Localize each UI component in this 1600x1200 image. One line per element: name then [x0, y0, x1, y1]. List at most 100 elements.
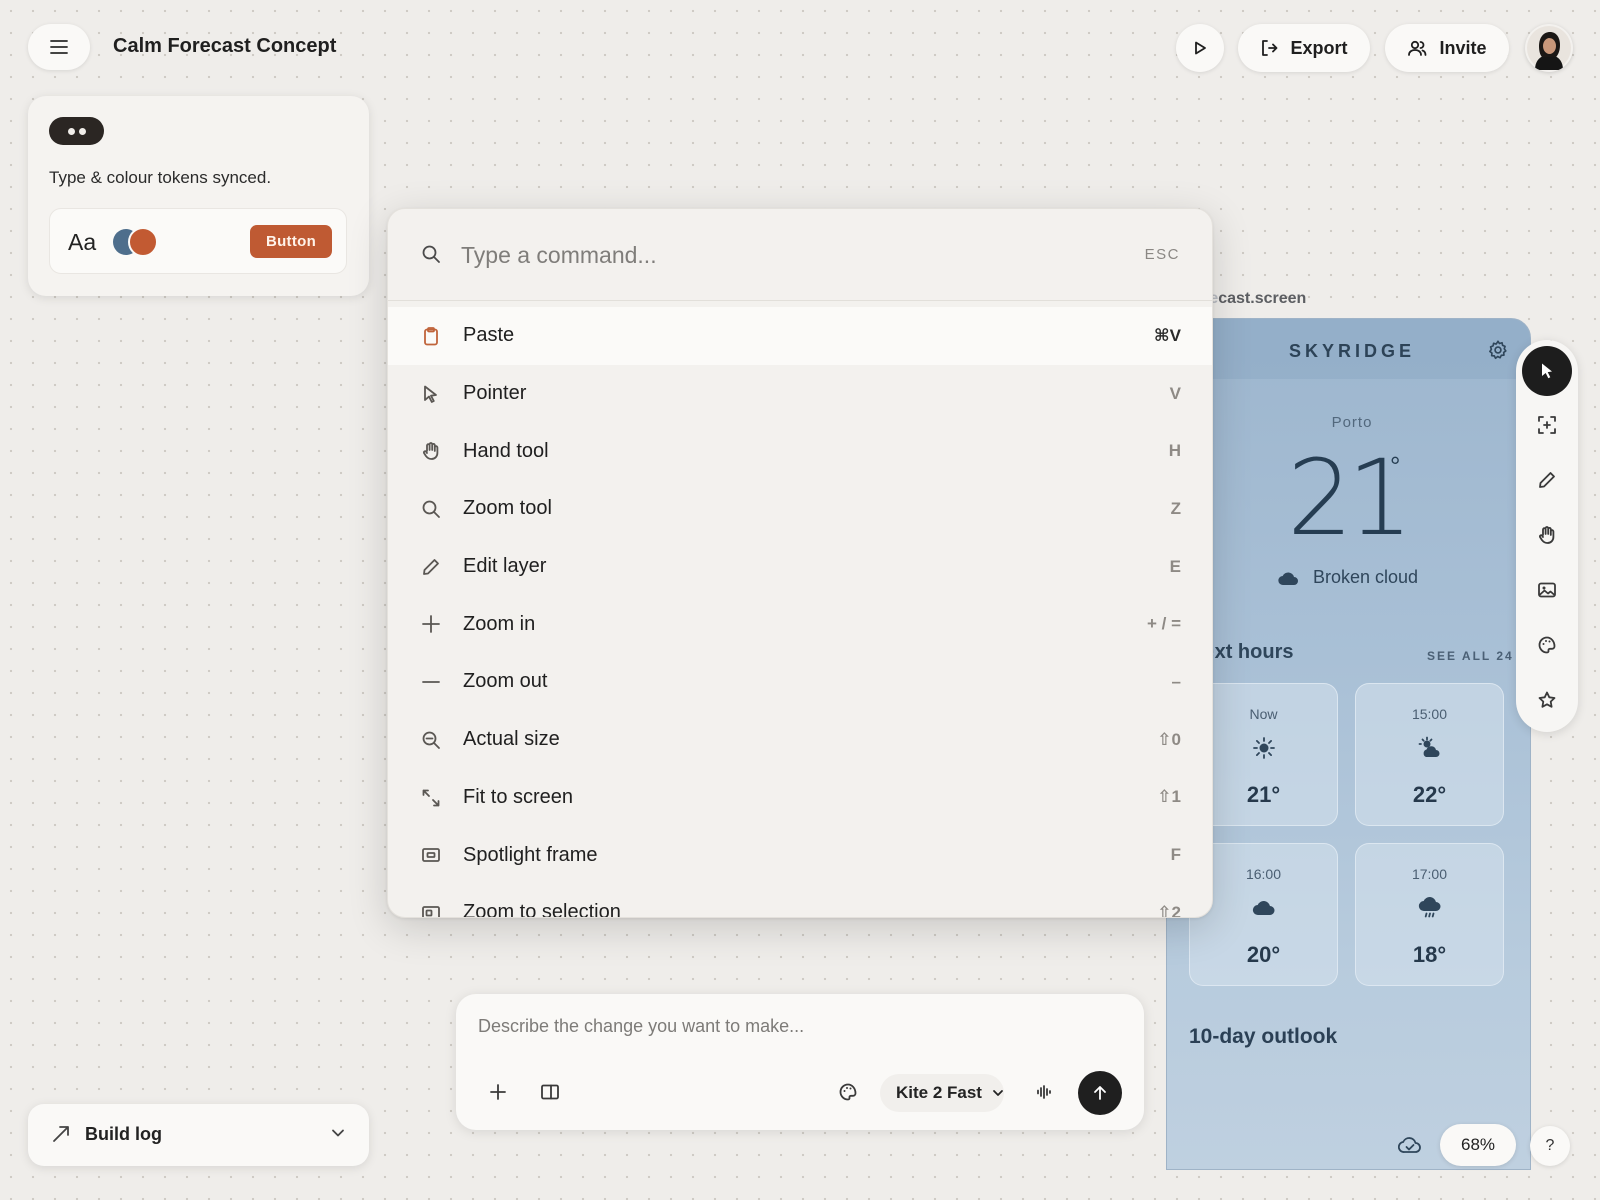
minus-icon — [421, 672, 441, 692]
users-icon — [1408, 40, 1427, 56]
search-icon — [421, 244, 441, 264]
hand-icon — [421, 441, 441, 461]
cloud-check-icon[interactable] — [1398, 1136, 1422, 1154]
prompt-input[interactable] — [478, 1016, 1118, 1046]
zoom-level[interactable]: 68% — [1440, 1124, 1516, 1166]
model-selector[interactable]: Kite 2 Fast — [880, 1074, 1004, 1112]
command-item-actual-size[interactable]: Actual size ⇧0 — [388, 711, 1212, 769]
hamburger-icon — [50, 40, 68, 54]
hour-temp: 18° — [1412, 942, 1447, 967]
command-item-pointer[interactable]: Pointer V — [388, 365, 1212, 423]
plus-icon — [421, 614, 441, 634]
user-portrait-icon — [1527, 26, 1571, 70]
pencil-icon — [421, 557, 441, 577]
command-input[interactable] — [461, 233, 1101, 277]
play-icon — [1195, 41, 1206, 55]
tool-rail — [1516, 340, 1578, 732]
command-label: Zoom to selection — [463, 901, 621, 918]
focus-frame-icon — [1538, 416, 1556, 434]
cloud-icon — [1252, 896, 1276, 920]
command-shortcut: E — [1169, 556, 1181, 576]
expand-icon — [421, 788, 441, 808]
send-button[interactable] — [1078, 1071, 1122, 1115]
command-list: Paste ⌘V Pointer V Hand tool H Zoom tool… — [388, 307, 1212, 918]
type-sample: Aa — [68, 229, 97, 255]
hour-temp: 20° — [1246, 942, 1281, 967]
command-item-zoom-out[interactable]: Zoom out – — [388, 653, 1212, 711]
command-label: Edit layer — [463, 555, 547, 578]
palette-icon — [1538, 636, 1556, 654]
frame-select-tool[interactable] — [1522, 400, 1572, 450]
command-shortcut: F — [1170, 845, 1181, 865]
weather-condition: Broken cloud — [1277, 567, 1418, 588]
avatar[interactable] — [1525, 24, 1573, 72]
command-item-zoom-to-selection[interactable]: Zoom to selection ⇧2 — [388, 884, 1212, 918]
add-attachment-button[interactable] — [478, 1072, 518, 1112]
see-all-link[interactable]: SEE ALL 24 — [1427, 649, 1514, 663]
sample-button[interactable]: Button — [250, 225, 332, 258]
command-label: Paste — [463, 324, 515, 347]
command-shortcut: ⇧0 — [1157, 729, 1181, 749]
command-shortcut: V — [1169, 383, 1181, 403]
invite-button[interactable]: Invite — [1385, 24, 1509, 72]
command-item-hand-tool[interactable]: Hand tool H — [388, 422, 1212, 480]
pointer-icon — [421, 384, 441, 404]
weather-frame[interactable]: SKYRIDGE Porto 21 ° Broken cloud Next ho… — [1166, 318, 1531, 1170]
style-button[interactable] — [828, 1072, 868, 1112]
tokens-sync-message: Type & colour tokens synced. — [49, 168, 272, 187]
command-item-paste[interactable]: Paste ⌘V — [388, 307, 1212, 365]
command-search: ESC — [388, 209, 1212, 301]
weather-city: Porto — [1331, 414, 1373, 431]
command-label: Spotlight frame — [463, 843, 598, 866]
help-button[interactable]: ? — [1530, 1126, 1570, 1166]
command-item-edit-layer[interactable]: Edit layer E — [388, 538, 1212, 596]
star-icon — [1538, 691, 1556, 708]
hour-temp: 22° — [1412, 782, 1447, 807]
search-icon — [421, 499, 441, 519]
command-shortcut: Z — [1170, 498, 1181, 518]
image-icon — [1538, 582, 1556, 598]
favorites-tool[interactable] — [1522, 675, 1572, 725]
command-item-zoom-tool[interactable]: Zoom tool Z — [388, 480, 1212, 538]
degree-symbol: ° — [1390, 451, 1401, 481]
command-shortcut: ⌘V — [1153, 325, 1181, 345]
invite-label: Invite — [1439, 37, 1487, 58]
sun-icon — [1252, 736, 1276, 760]
prompt-composer: Kite 2 Fast — [456, 994, 1144, 1130]
arrow-up-icon — [1094, 1086, 1106, 1100]
selection-icon — [421, 903, 441, 917]
command-item-zoom-in[interactable]: Zoom in + / = — [388, 595, 1212, 653]
token-preview: Aa Button — [49, 208, 347, 274]
hour-time: 15:00 — [1411, 706, 1448, 722]
pointer-tool[interactable] — [1522, 346, 1572, 396]
build-log-panel[interactable]: Build log — [28, 1104, 369, 1166]
sidebar-icon — [541, 1084, 559, 1100]
command-shortcut: ⇧1 — [1157, 787, 1181, 807]
voice-button[interactable] — [1024, 1072, 1064, 1112]
palette-tool[interactable] — [1522, 620, 1572, 670]
palette-icon — [839, 1083, 857, 1101]
command-item-fit-to-screen[interactable]: Fit to screen ⇧1 — [388, 769, 1212, 827]
waveform-icon — [1037, 1085, 1051, 1099]
trend-up-icon — [53, 1126, 69, 1142]
command-item-spotlight-frame[interactable]: Spotlight frame F — [388, 826, 1212, 884]
edit-tool[interactable] — [1522, 455, 1572, 505]
tokens-sync-card: Type & colour tokens synced. Aa Button — [28, 96, 369, 296]
toggle-panel-button[interactable] — [530, 1072, 570, 1112]
command-shortcut: ⇧2 — [1157, 902, 1181, 918]
hour-card[interactable]: 17:00 18° — [1355, 843, 1504, 986]
gear-icon[interactable] — [1487, 339, 1509, 361]
hand-tool[interactable] — [1522, 510, 1572, 560]
chevron-down-icon — [332, 1129, 344, 1137]
pointer-icon — [1542, 363, 1552, 379]
esc-hint[interactable]: ESC — [1145, 246, 1180, 263]
play-button[interactable] — [1176, 24, 1224, 72]
rain-icon — [1418, 896, 1442, 920]
menu-button[interactable] — [28, 24, 90, 70]
command-label: Zoom out — [463, 670, 548, 693]
sun-cloud-icon — [1418, 736, 1442, 760]
hour-card[interactable]: 15:00 22° — [1355, 683, 1504, 826]
outlook-heading: 10-day outlook — [1189, 1025, 1338, 1048]
export-button[interactable]: Export — [1238, 24, 1370, 72]
image-tool[interactable] — [1522, 565, 1572, 615]
